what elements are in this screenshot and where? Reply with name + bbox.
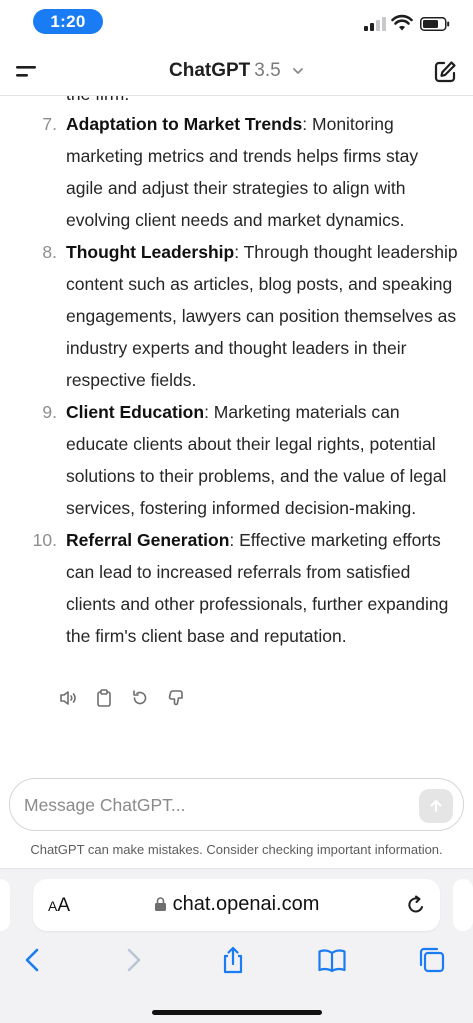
model-version: 3.5	[254, 60, 281, 81]
app-title: ChatGPT	[169, 60, 251, 81]
cellular-signal-icon	[364, 17, 386, 31]
back-icon[interactable]	[18, 945, 48, 975]
numbered-list: 7. Adaptation to Market Trends: Monitori…	[0, 108, 473, 652]
share-icon[interactable]	[218, 945, 248, 975]
status-bar: 1:20	[0, 0, 473, 46]
read-aloud-icon[interactable]	[58, 688, 78, 708]
list-item: 9. Client Education: Marketing materials…	[0, 396, 473, 524]
tabs-icon[interactable]	[417, 945, 447, 975]
item-heading: Client Education	[66, 402, 205, 422]
home-indicator[interactable]	[152, 1010, 322, 1015]
item-text: : Through thought leadership content suc…	[66, 242, 458, 390]
list-number: 10.	[32, 530, 57, 550]
model-selector[interactable]: ChatGPT 3.5	[0, 60, 473, 82]
status-time: 1:20	[33, 9, 103, 34]
battery-icon	[420, 17, 450, 31]
item-heading: Referral Generation	[66, 530, 230, 550]
browser-toolbar	[0, 941, 473, 981]
message-placeholder: Message ChatGPT...	[24, 795, 186, 815]
chat-header: ChatGPT 3.5	[0, 46, 473, 96]
address-bar[interactable]: AA chat.openai.com	[33, 879, 440, 931]
item-heading: Adaptation to Market Trends	[66, 114, 303, 134]
url-text: chat.openai.com	[172, 893, 320, 915]
chevron-down-icon	[293, 68, 303, 74]
disclaimer-text: ChatGPT can make mistakes. Consider chec…	[30, 842, 443, 857]
send-button[interactable]	[419, 789, 453, 823]
url-display: chat.openai.com	[33, 893, 440, 916]
arrow-up-icon	[430, 800, 442, 812]
message-actions	[58, 688, 186, 708]
list-item: 10. Referral Generation: Effective marke…	[0, 524, 473, 652]
list-number: 7.	[42, 114, 57, 134]
list-item: 8. Thought Leadership: Through thought l…	[0, 236, 473, 396]
copy-icon[interactable]	[94, 688, 114, 708]
item-heading: Thought Leadership	[66, 242, 235, 262]
list-number: 9.	[42, 402, 57, 422]
lock-icon	[154, 897, 166, 911]
reload-icon[interactable]	[404, 893, 428, 917]
browser-bottom-bar: AA chat.openai.com	[0, 868, 473, 1023]
next-tab-edge[interactable]	[453, 879, 473, 931]
wifi-icon	[391, 14, 413, 31]
list-number: 8.	[42, 242, 57, 262]
regenerate-icon[interactable]	[130, 688, 150, 708]
bookmarks-icon[interactable]	[317, 945, 347, 975]
previous-tab-edge[interactable]	[0, 879, 10, 931]
chat-transcript: the firm. 7. Adaptation to Market Trends…	[0, 96, 473, 706]
message-input[interactable]: Message ChatGPT...	[9, 778, 464, 831]
new-chat-icon[interactable]	[432, 59, 458, 85]
list-item: 7. Adaptation to Market Trends: Monitori…	[0, 108, 473, 236]
forward-icon[interactable]	[118, 945, 148, 975]
thumbs-down-icon[interactable]	[166, 688, 186, 708]
